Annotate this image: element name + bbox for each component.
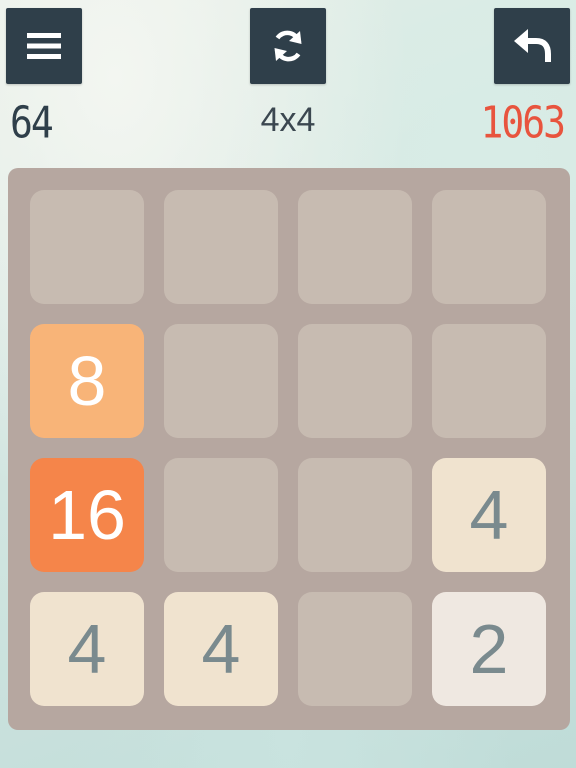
empty-cell	[298, 458, 412, 572]
tile-16: 16	[30, 458, 144, 572]
empty-cell	[164, 458, 278, 572]
hamburger-menu-icon	[27, 33, 61, 59]
restart-button[interactable]	[250, 8, 326, 84]
empty-cell	[164, 324, 278, 438]
empty-cell	[30, 190, 144, 304]
refresh-icon	[270, 28, 306, 64]
game-board[interactable]: 8 16 4 4 4 2	[8, 168, 570, 730]
best-score: 1063	[480, 97, 566, 149]
menu-button[interactable]	[6, 8, 82, 84]
empty-cell	[298, 324, 412, 438]
empty-cell	[432, 190, 546, 304]
tile-4: 4	[30, 592, 144, 706]
tile-2: 2	[432, 592, 546, 706]
empty-cell	[164, 190, 278, 304]
tile-4: 4	[164, 592, 278, 706]
undo-button[interactable]	[494, 8, 570, 84]
tile-4: 4	[432, 458, 546, 572]
tile-8: 8	[30, 324, 144, 438]
empty-cell	[298, 190, 412, 304]
undo-arrow-icon	[512, 28, 552, 64]
empty-cell	[432, 324, 546, 438]
empty-cell	[298, 592, 412, 706]
